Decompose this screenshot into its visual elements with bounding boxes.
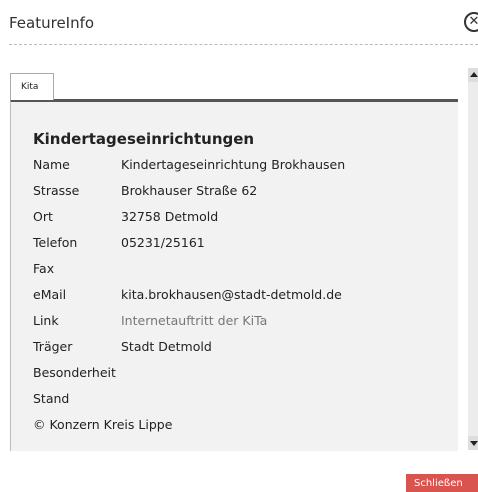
- row-stand: Stand: [33, 391, 121, 406]
- row-key: Besonderheit: [33, 365, 116, 380]
- row-traeger: Träger Stadt Detmold: [33, 339, 212, 354]
- row-besonderheit: Besonderheit: [33, 365, 121, 380]
- website-link[interactable]: Internetauftritt der KiTa: [121, 313, 267, 328]
- row-key: Strasse: [33, 183, 80, 198]
- row-telefon: Telefon 05231/25161: [33, 235, 205, 250]
- row-value: Brokhauser Straße 62: [121, 183, 258, 198]
- row-value[interactable]: kita.brokhausen@stadt-detmold.de: [121, 287, 342, 302]
- row-key: Ort: [33, 209, 53, 224]
- row-fax: Fax: [33, 261, 121, 276]
- row-ort: Ort 32758 Detmold: [33, 209, 218, 224]
- window-title: FeatureInfo: [9, 14, 95, 32]
- scrollbar[interactable]: [468, 68, 478, 450]
- scroll-up-icon[interactable]: [468, 68, 478, 82]
- row-strasse: Strasse Brokhauser Straße 62: [33, 183, 257, 198]
- feature-panel: Kindertageseinrichtungen Name Kindertages…: [10, 99, 458, 451]
- title-divider: [9, 44, 478, 45]
- row-value: 05231/25161: [121, 235, 205, 250]
- row-key: Telefon: [33, 235, 78, 250]
- row-link: Link Internetauftritt der KiTa: [33, 313, 267, 328]
- scroll-down-icon[interactable]: [468, 436, 478, 450]
- row-value: 32758 Detmold: [121, 209, 219, 224]
- row-key: eMail: [33, 287, 67, 302]
- row-value: Kindertageseinrichtung Brokhausen: [121, 157, 346, 172]
- close-button[interactable]: Schließen: [406, 474, 478, 492]
- row-key: Fax: [33, 261, 55, 276]
- row-key: Stand: [33, 391, 70, 406]
- row-key: Link: [33, 313, 59, 328]
- feature-heading: Kindertageseinrichtungen: [33, 130, 255, 148]
- close-icon[interactable]: ✕: [464, 12, 478, 32]
- row-key: Träger: [33, 339, 73, 354]
- row-name: Name Kindertageseinrichtung Brokhausen: [33, 157, 345, 172]
- tab-kita[interactable]: Kita: [10, 73, 54, 100]
- row-value: Stadt Detmold: [121, 339, 212, 354]
- copyright-text: © Konzern Kreis Lippe: [33, 417, 173, 432]
- row-email: eMail kita.brokhausen@stadt-detmold.de: [33, 287, 342, 302]
- row-key: Name: [33, 157, 70, 172]
